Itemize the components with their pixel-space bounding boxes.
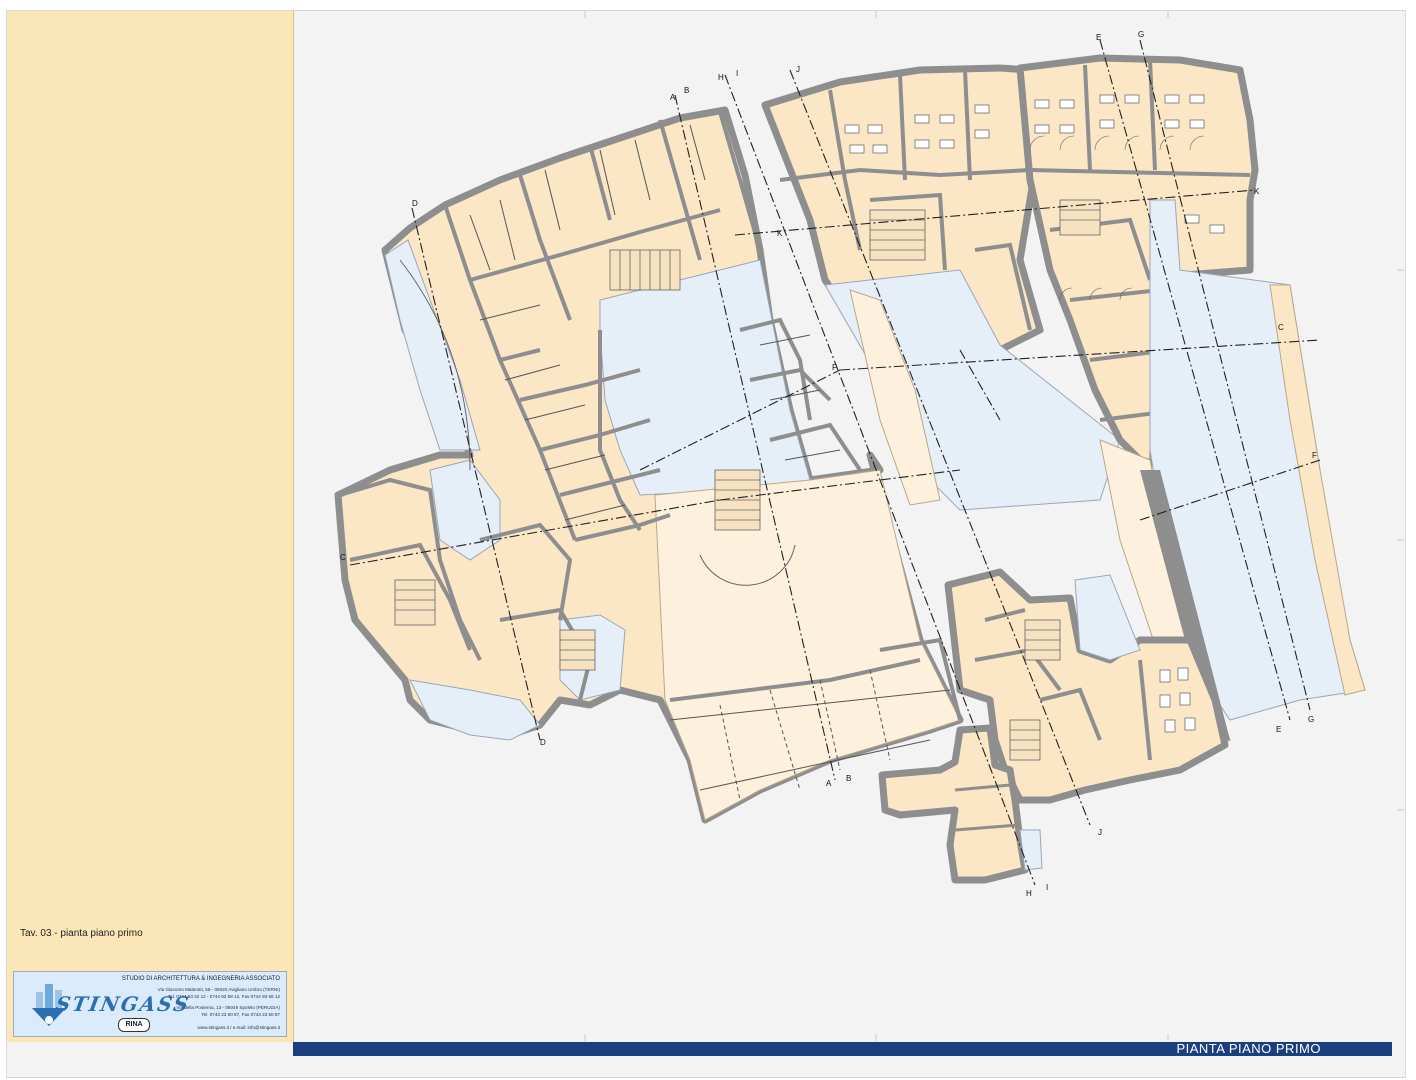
svg-text:A: A: [826, 779, 832, 788]
web-email: www.stingass.it / e.mail: info@stingass.…: [197, 1025, 280, 1030]
svg-text:E: E: [1276, 725, 1281, 734]
svg-text:D: D: [412, 199, 418, 208]
sheet-label: Tav. 03 - pianta piano primo: [20, 928, 143, 939]
drawing-title: PIANTA PIANO PRIMO: [1176, 1041, 1321, 1056]
svg-text:J: J: [1098, 828, 1102, 837]
svg-text:J: J: [796, 65, 800, 74]
address-2: Via della Posterna, 13 - 06049 Spoleto (…: [176, 1005, 280, 1010]
svg-text:H: H: [1026, 889, 1032, 898]
svg-text:K: K: [777, 229, 783, 238]
svg-text:I: I: [1046, 883, 1048, 892]
studio-name: STUDIO DI ARCHITETTURA & INGEGNERIA ASSO…: [121, 976, 280, 982]
svg-text:F: F: [1312, 451, 1317, 460]
svg-text:E: E: [1096, 33, 1101, 42]
svg-text:I: I: [736, 69, 738, 78]
floor-plan: AB AB HI HI JJ DD EG EG CC FF KK: [334, 11, 1404, 1041]
svg-text:F: F: [832, 363, 837, 372]
svg-text:C: C: [340, 553, 346, 562]
svg-text:G: G: [1138, 30, 1144, 39]
phone-1: Tel. 0744 93 32 12 - 0744 93 58 12, Fax …: [167, 994, 280, 999]
svg-text:D: D: [540, 738, 546, 747]
svg-text:K: K: [1254, 187, 1260, 196]
svg-text:B: B: [684, 86, 689, 95]
svg-text:A: A: [670, 93, 676, 102]
address-1: Via Giacomo Matteotti, 58 - 05020 Avigli…: [157, 987, 280, 992]
svg-text:G: G: [1308, 715, 1314, 724]
svg-text:B: B: [846, 774, 851, 783]
title-panel: [7, 11, 294, 1042]
phone-2: Tel. 0743 23 50 87, Fax 0743 23 50 87: [201, 1012, 280, 1017]
svg-text:C: C: [1278, 323, 1284, 332]
company-logo-box: STINGASS STUDIO DI ARCHITETTURA & INGEGN…: [13, 971, 287, 1037]
rina-cert-badge: RINA: [118, 1018, 150, 1032]
svg-text:H: H: [718, 73, 724, 82]
